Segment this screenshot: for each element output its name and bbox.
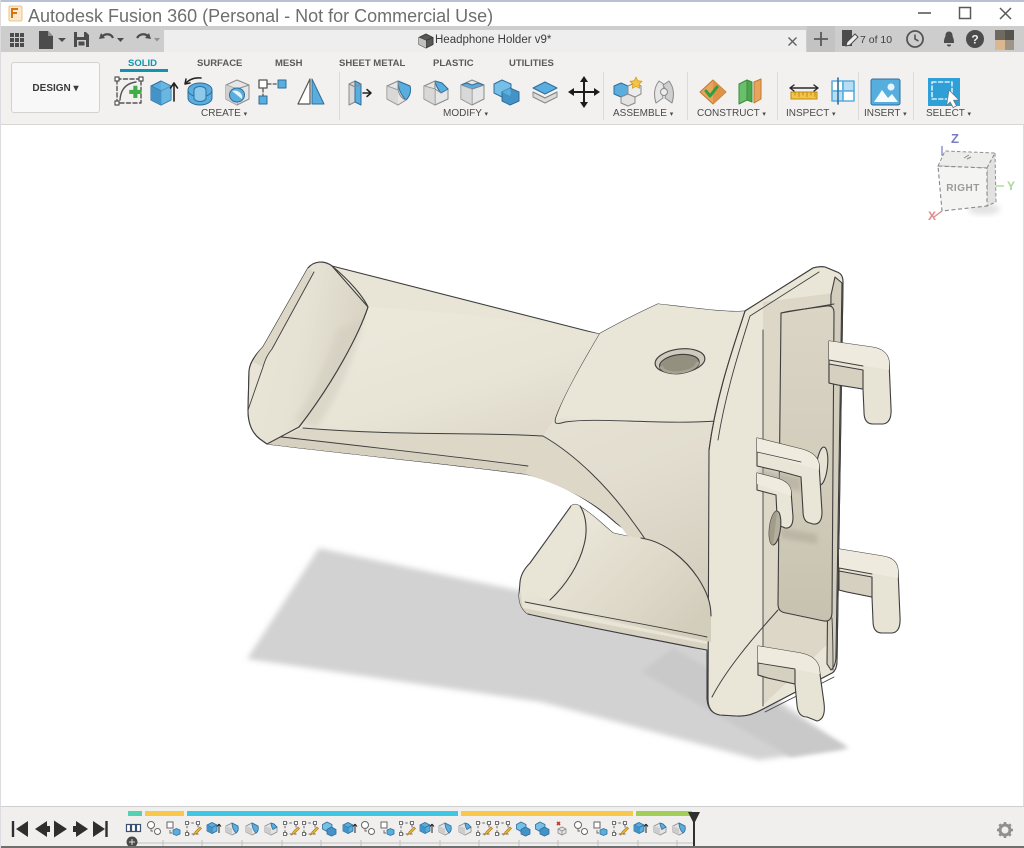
svg-text:Z: Z (951, 131, 959, 146)
svg-text:7 of 10: 7 of 10 (860, 34, 892, 46)
svg-text:X: X (928, 209, 936, 223)
svg-text:Y: Y (1007, 179, 1015, 193)
svg-text:RIGHT: RIGHT (946, 183, 980, 194)
svg-text:?: ? (971, 33, 978, 47)
